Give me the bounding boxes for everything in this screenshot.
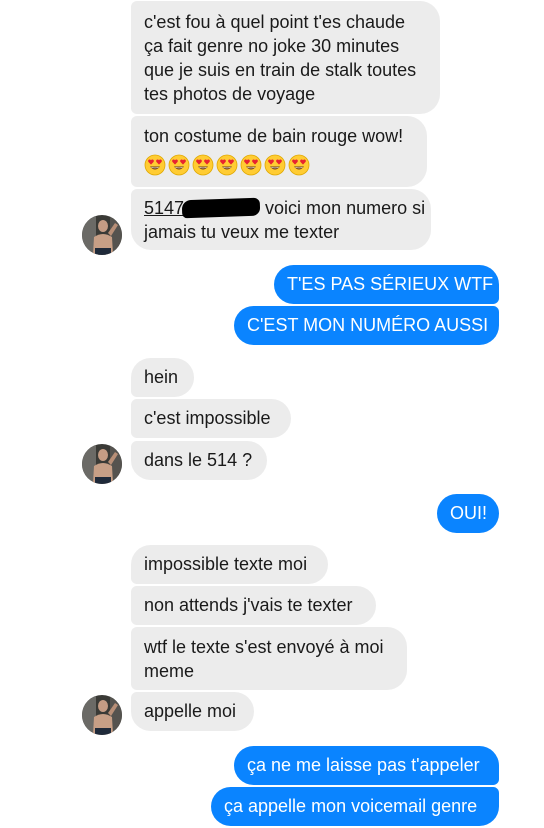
message-text: meme [144, 661, 195, 681]
incoming-message[interactable]: impossible texte moi [131, 545, 328, 584]
message-text: que je suis en train de stalk toutes [144, 60, 417, 80]
incoming-message[interactable]: c'est fou à quel point t'es chaude ça fa… [131, 1, 440, 114]
message-text-continued: voici mon numero si [260, 198, 426, 218]
message-text: impossible texte moi [144, 554, 308, 574]
heart-eyes-emoji [264, 154, 286, 176]
contact-avatar[interactable] [82, 215, 122, 255]
incoming-message[interactable]: c'est impossible [131, 399, 291, 438]
contact-avatar-icon [82, 215, 122, 255]
message-text: tes photos de voyage [144, 84, 316, 104]
emoji-row [144, 154, 414, 176]
message-text: dans le 514 ? [144, 450, 253, 470]
incoming-message[interactable]: non attends j'vais te texter [131, 586, 376, 625]
message-text: non attends j'vais te texter [144, 595, 353, 615]
message-text: wtf le texte s'est envoyé à moi [144, 637, 384, 657]
incoming-message[interactable]: dans le 514 ? [131, 441, 267, 480]
contact-avatar-icon [82, 695, 122, 735]
incoming-message[interactable]: wtf le texte s'est envoyé à moi meme [131, 627, 407, 690]
message-text: ça ne me laisse pas t'appeler [247, 755, 480, 775]
contact-avatar-icon [82, 444, 122, 484]
heart-eyes-emoji [144, 154, 166, 176]
message-text: ça appelle mon voicemail genre [224, 796, 478, 816]
message-text: ton costume de bain rouge wow! [144, 126, 404, 146]
message-text: C'EST MON NUMÉRO AUSSI [247, 315, 489, 335]
outgoing-message[interactable]: T'ES PAS SÉRIEUX WTF [274, 265, 499, 304]
incoming-message[interactable]: ton costume de bain rouge wow! [131, 116, 427, 187]
message-text: T'ES PAS SÉRIEUX WTF [287, 274, 494, 294]
incoming-message[interactable]: 5147 voici mon numero si jamais tu veux … [131, 189, 431, 250]
heart-eyes-emoji [168, 154, 190, 176]
contact-avatar[interactable] [82, 444, 122, 484]
heart-eyes-emoji [240, 154, 262, 176]
message-text: c'est fou à quel point t'es chaude [144, 12, 406, 32]
heart-eyes-emoji [288, 154, 310, 176]
message-text: appelle moi [144, 701, 237, 721]
outgoing-message[interactable]: C'EST MON NUMÉRO AUSSI [234, 306, 499, 345]
message-text: OUI! [450, 503, 488, 523]
outgoing-message[interactable]: ça ne me laisse pas t'appeler [234, 746, 499, 785]
phone-number-prefix[interactable]: 5147 [144, 198, 184, 218]
message-text: 5147 voici mon numero si [144, 196, 425, 220]
message-text: c'est impossible [144, 408, 271, 428]
outgoing-message[interactable]: ça appelle mon voicemail genre [211, 787, 499, 826]
contact-avatar[interactable] [82, 695, 122, 735]
outgoing-message[interactable]: OUI! [437, 494, 499, 533]
heart-eyes-emoji [216, 154, 238, 176]
message-text: hein [144, 367, 179, 387]
incoming-message[interactable]: hein [131, 358, 194, 397]
redaction-mark [181, 197, 261, 219]
message-text: ça fait genre no joke 30 minutes [144, 36, 400, 56]
heart-eyes-emoji [192, 154, 214, 176]
message-text: jamais tu veux me texter [144, 222, 340, 242]
incoming-message[interactable]: appelle moi [131, 692, 254, 731]
